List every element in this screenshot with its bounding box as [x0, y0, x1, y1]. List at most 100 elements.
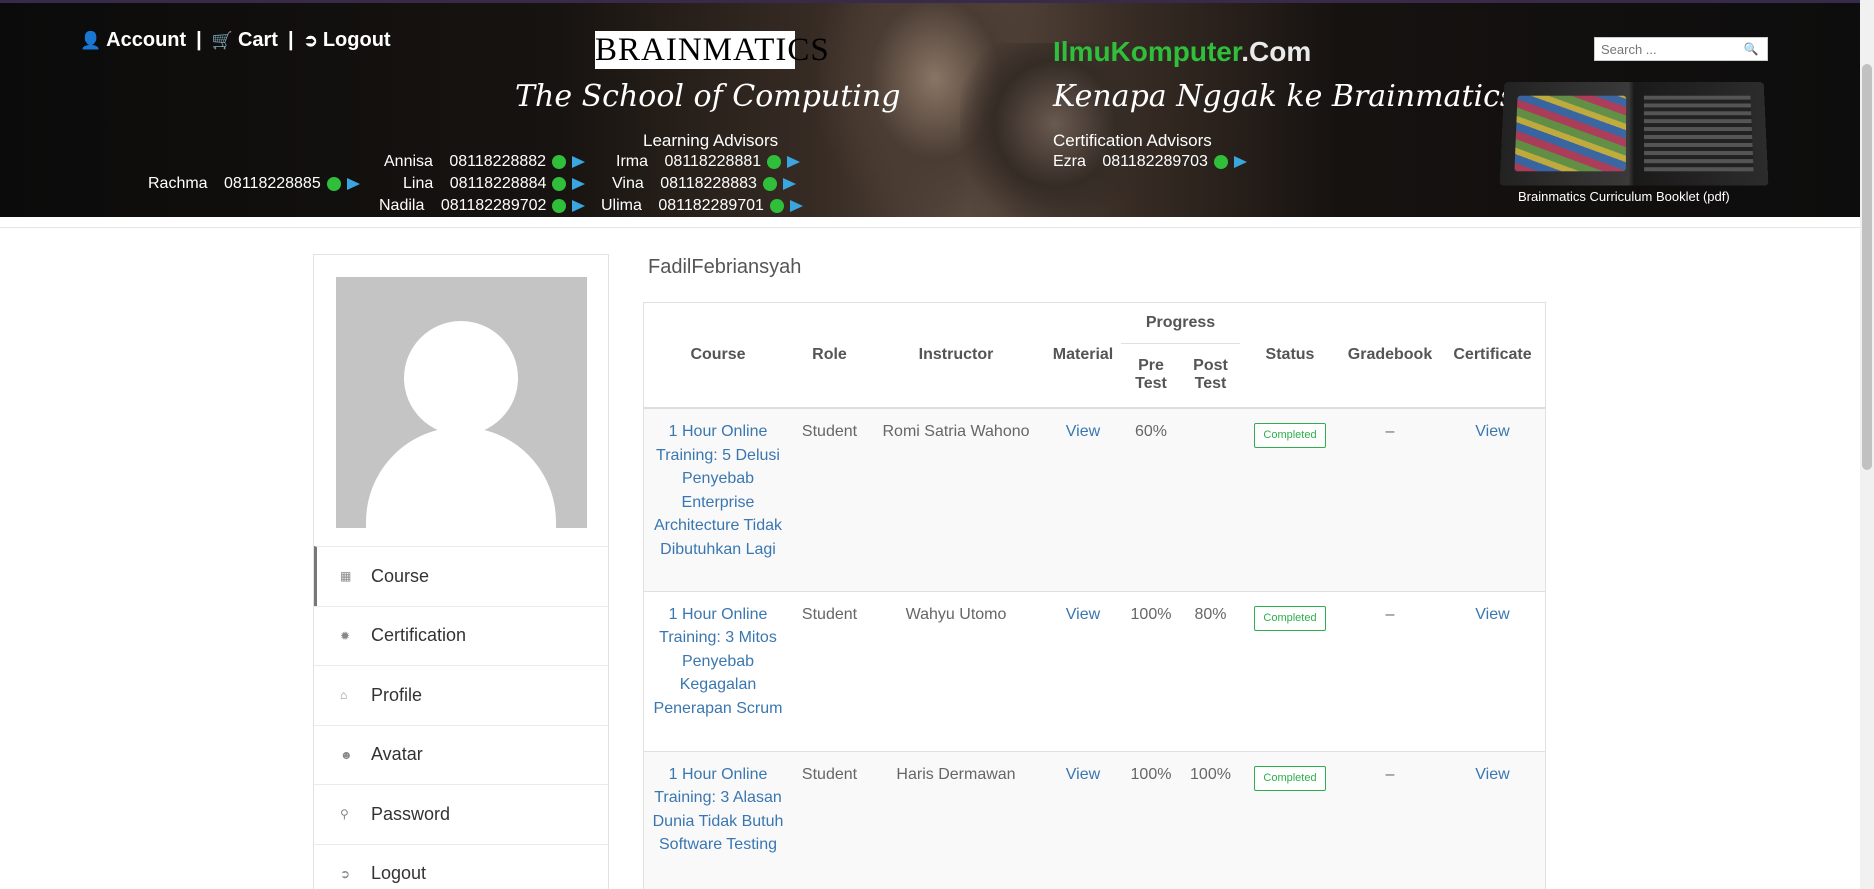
key-icon: ⚲ [340, 807, 349, 822]
advisor-phone: 081182289703 [1102, 153, 1208, 170]
user-icon: 👤 [80, 30, 102, 50]
advisor-contact: Ezra 081182289703 [1053, 153, 1247, 171]
advisor-contact: Annisa 08118228882 [384, 153, 586, 171]
sidebar-item-profile[interactable]: ⌂ Profile [314, 665, 608, 725]
telegram-icon[interactable] [782, 178, 796, 190]
top-nav: 👤 Account | 🛒 Cart | ➲ Logout [80, 29, 391, 52]
advisor-contact: Rachma 08118228885 [148, 175, 360, 193]
cart-link[interactable]: 🛒 Cart [212, 29, 278, 52]
telegram-icon[interactable] [789, 200, 803, 212]
whatsapp-icon[interactable] [552, 177, 567, 191]
material-view-link[interactable]: View [1066, 606, 1100, 623]
role-cell: Student [801, 605, 858, 623]
certificate-icon: ✹ [340, 628, 351, 643]
booklet-right-page [1643, 95, 1754, 172]
sidebar-item-avatar[interactable]: ☻ Avatar [314, 724, 608, 785]
scrollbar-thumb[interactable] [1862, 64, 1872, 470]
advisor-phone: 08118228885 [224, 175, 321, 192]
whatsapp-icon[interactable] [767, 155, 782, 169]
post-test-cell [1181, 408, 1240, 591]
user-circle-icon: ☻ [340, 747, 353, 762]
advisor-phone: 08118228883 [660, 175, 757, 192]
advisor-contact: Nadila 081182289702 [379, 197, 586, 215]
advisor-name: Vina [612, 175, 644, 192]
sidebar-item-label: Course [371, 565, 430, 586]
gradebook-cell: – [1385, 765, 1395, 783]
advisor-contact: Ulima 081182289701 [601, 197, 803, 215]
search-icon[interactable]: 🔍 [1735, 38, 1767, 60]
header-progress: Progress [1121, 303, 1240, 344]
sidebar-item-password[interactable]: ⚲ Password [314, 784, 608, 844]
whatsapp-icon[interactable] [552, 199, 567, 213]
material-view-link[interactable]: View [1066, 766, 1100, 783]
site-name-green: IlmuKomputer [1053, 36, 1242, 67]
advisor-name: Annisa [384, 153, 433, 170]
logout-icon: ➲ [340, 866, 351, 881]
advisor-name: Nadila [379, 197, 425, 214]
book-icon: ▦ [340, 569, 352, 584]
certificate-view-link[interactable]: View [1475, 423, 1509, 440]
avatar [336, 277, 587, 528]
header-banner: 👤 Account | 🛒 Cart | ➲ Logout BRAINMATIC… [0, 0, 1860, 217]
site-name-white: .Com [1241, 36, 1312, 67]
advisor-phone: 081182289701 [658, 197, 764, 214]
role-cell: Student [801, 765, 858, 783]
instructor-cell: Wahyu Utomo [905, 605, 1007, 623]
cart-icon: 🛒 [211, 30, 233, 50]
whatsapp-icon[interactable] [769, 199, 784, 213]
advisor-name: Irma [616, 153, 648, 170]
telegram-icon[interactable] [1233, 156, 1247, 168]
header-certificate: Certificate [1453, 346, 1532, 363]
sidebar-item-logout[interactable]: ➲ Logout [314, 843, 608, 889]
brainmatics-logo[interactable]: BRAINMATICS [595, 31, 829, 69]
telegram-icon[interactable] [346, 178, 360, 190]
nav-separator: | [287, 29, 294, 51]
telegram-icon[interactable] [572, 156, 586, 168]
nav-separator: | [196, 29, 202, 51]
post-test-cell: 80% [1194, 605, 1227, 623]
search-input[interactable] [1595, 38, 1735, 60]
telegram-icon[interactable] [787, 156, 801, 168]
sidebar-item-course[interactable]: ▦ Course [314, 546, 608, 606]
banner-photo-secondary [960, 43, 1150, 217]
logout-icon: ➲ [303, 30, 318, 50]
page-title: FadilFebriansyah [648, 256, 802, 278]
account-link[interactable]: 👤 Account [80, 29, 186, 52]
whatsapp-icon[interactable] [326, 177, 341, 191]
status-badge: Completed [1254, 765, 1326, 791]
whatsapp-icon[interactable] [1213, 155, 1228, 169]
telegram-icon[interactable] [572, 200, 586, 212]
header-instructor: Instructor [918, 346, 994, 363]
table-row: 1 Hour Online Training: 3 Mitos Penyebab… [644, 591, 1545, 751]
material-view-link[interactable]: View [1066, 423, 1100, 440]
cart-label: Cart [237, 29, 278, 51]
whatsapp-icon[interactable] [762, 177, 777, 191]
certificate-view-link[interactable]: View [1475, 606, 1509, 623]
whatsapp-icon[interactable] [552, 155, 567, 169]
certificate-view-link[interactable]: View [1475, 766, 1509, 783]
course-link[interactable]: 1 Hour Online Training: 5 Delusi Penyeba… [654, 423, 782, 558]
telegram-icon[interactable] [572, 178, 586, 190]
sidebar-item-label: Certification [371, 625, 467, 646]
booklet-left-page [1514, 95, 1627, 172]
course-link[interactable]: 1 Hour Online Training: 3 Alasan Dunia T… [653, 766, 784, 854]
header-gradebook: Gradebook [1347, 346, 1433, 363]
instructor-cell: Haris Dermawan [896, 765, 1016, 783]
header-status: Status [1265, 346, 1315, 363]
sidebar-item-certification[interactable]: ✹ Certification [314, 605, 608, 666]
learning-advisors-title: Learning Advisors [643, 131, 779, 150]
logout-link[interactable]: ➲ Logout [304, 29, 391, 52]
instructor-cell: Romi Satria Wahono [882, 423, 1030, 440]
booklet-caption[interactable]: Brainmatics Curriculum Booklet (pdf) [1518, 189, 1730, 204]
advisor-contact: Lina 08118228884 [403, 175, 586, 193]
advisor-phone: 081182289702 [440, 197, 547, 214]
sidebar-item-label: Profile [371, 684, 423, 705]
role-cell: Student [801, 423, 858, 440]
advisor-phone: 08118228881 [664, 153, 762, 170]
course-link[interactable]: 1 Hour Online Training: 3 Mitos Penyebab… [654, 606, 783, 717]
curriculum-booklet-image[interactable] [1499, 82, 1769, 186]
site-name-logo[interactable]: IlmuKomputer.Com [1053, 36, 1311, 68]
post-test-cell: 100% [1190, 765, 1231, 783]
advisor-contact: Irma 08118228881 [616, 153, 801, 171]
page: 👤 Account | 🛒 Cart | ➲ Logout BRAINMATIC… [0, 0, 1874, 889]
